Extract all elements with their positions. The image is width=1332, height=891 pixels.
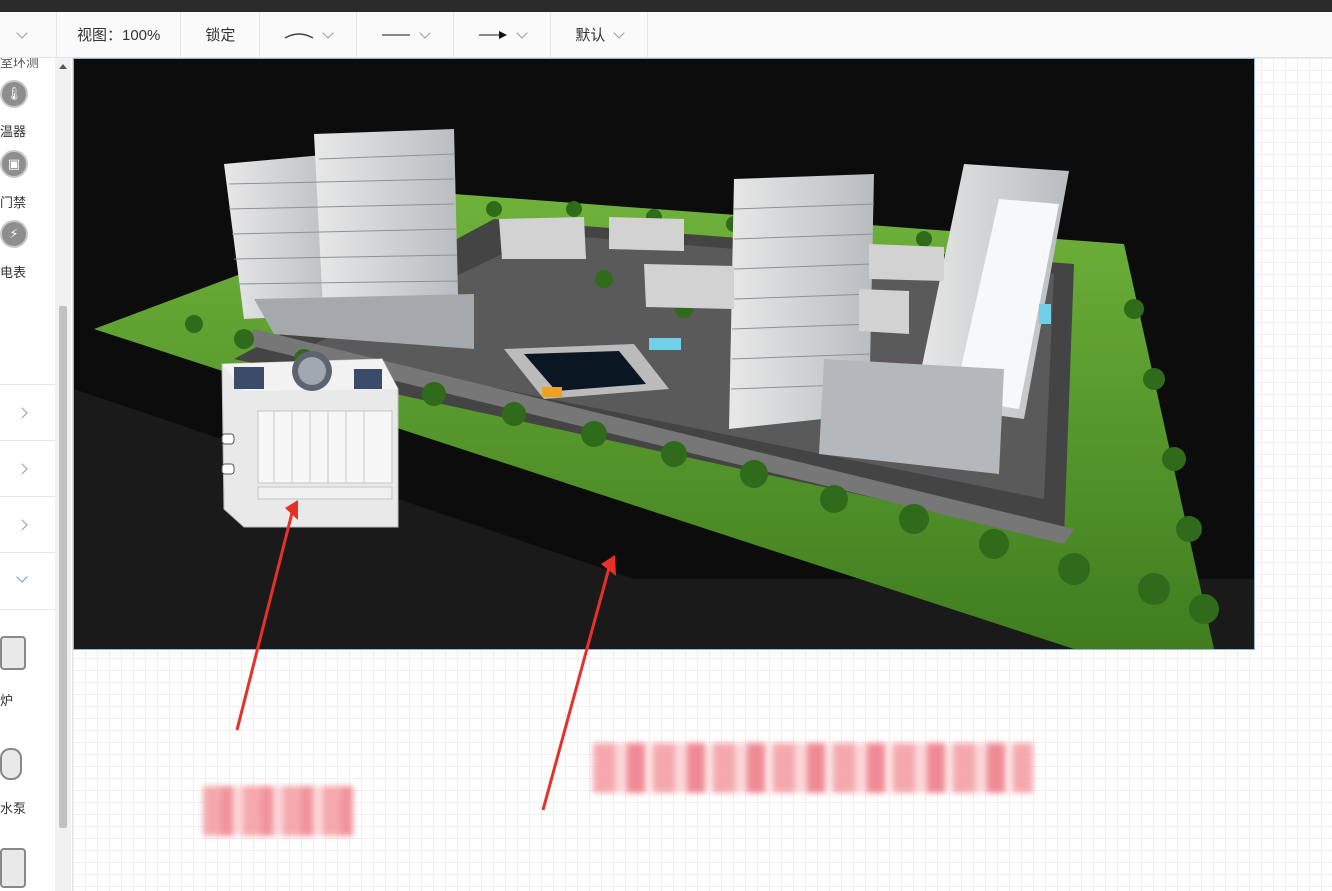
straight-line-icon	[382, 33, 411, 36]
arrow-style-dropdown[interactable]	[454, 11, 552, 58]
chevron-right-icon	[16, 519, 28, 531]
collapsed-section[interactable]	[0, 440, 55, 497]
electric-meter-icon[interactable]: ⚡	[0, 220, 28, 248]
sidebar-scrollbar[interactable]	[55, 58, 71, 891]
sidebar-item-label: 电表	[0, 265, 27, 280]
connector-style-dropdown[interactable]	[260, 11, 358, 58]
sidebar-device-label: 炉	[0, 693, 14, 708]
chevron-down-icon	[613, 26, 626, 39]
chevron-down-icon	[16, 26, 28, 39]
diagram-canvas[interactable]	[73, 58, 1332, 891]
chevron-right-icon	[16, 463, 28, 475]
lock-button[interactable]: 锁定	[181, 11, 261, 58]
door-access-icon[interactable]: ▣	[0, 150, 28, 178]
scrollbar-thumb[interactable]	[59, 306, 67, 828]
chevron-down-icon	[419, 26, 432, 39]
redacted-label-left	[203, 786, 353, 836]
default-style-label: 默认	[575, 27, 606, 44]
collapsed-section[interactable]	[0, 496, 55, 553]
sidebar-item-label: 温器	[0, 124, 27, 139]
lock-label: 锁定	[205, 27, 236, 44]
chevron-down-icon	[322, 26, 335, 39]
partial-label: 室环测	[0, 58, 40, 70]
thermometer-icon[interactable]: 🌡	[0, 80, 28, 108]
line-style-dropdown[interactable]	[357, 11, 455, 58]
arrow-line-icon	[479, 30, 508, 39]
toolbar-dropdown[interactable]	[0, 11, 57, 58]
boiler-icon[interactable]	[0, 636, 26, 670]
collapsed-section[interactable]	[0, 384, 55, 441]
zoom-level-label: 视图：100%	[77, 27, 161, 44]
zoom-level-menu[interactable]: 视图：100%	[57, 11, 182, 58]
sidebar-item-label: 门禁	[0, 195, 27, 210]
water-pump-icon[interactable]	[0, 748, 22, 780]
shape-library-sidebar: 室环测 🌡 温器 ▣ 门禁 ⚡ 电表 炉 水泵	[0, 58, 73, 891]
curve-line-icon	[285, 32, 314, 39]
tank-icon[interactable]	[0, 848, 26, 888]
toolbar: 视图：100% 锁定 默认	[0, 11, 1332, 58]
top-title-bar	[0, 0, 1332, 12]
chevron-down-icon	[16, 571, 28, 583]
redacted-label-right	[593, 743, 1033, 793]
chevron-down-icon	[516, 26, 529, 39]
expanded-section[interactable]	[0, 552, 55, 610]
default-style-dropdown[interactable]: 默认	[551, 11, 649, 58]
scroll-up-arrow-icon[interactable]	[59, 64, 67, 69]
sidebar-device-label: 水泵	[0, 801, 27, 816]
chevron-right-icon	[16, 407, 28, 419]
